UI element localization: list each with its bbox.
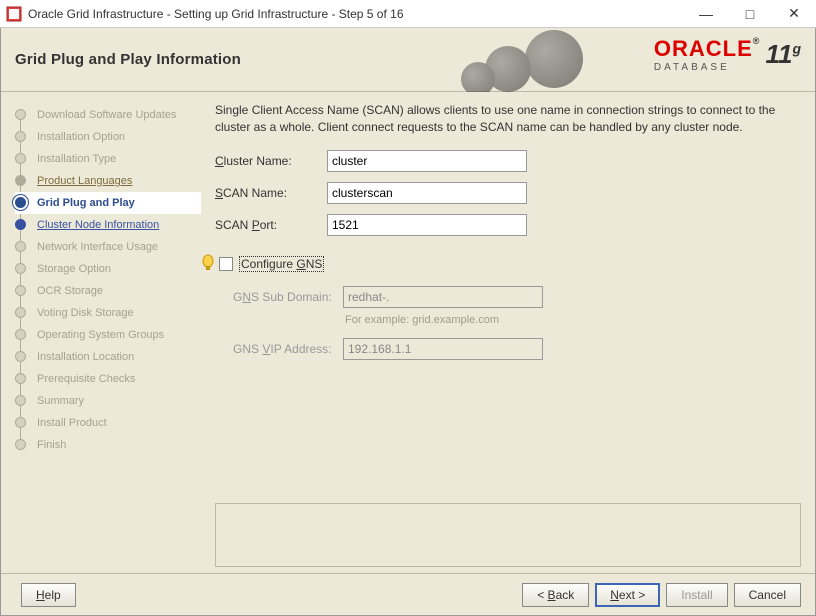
gns-vip-input [343, 338, 543, 360]
step-label: Network Interface Usage [37, 241, 158, 253]
step-label: Cluster Node Information [37, 219, 159, 231]
install-button: Install [666, 583, 727, 607]
step-label: OCR Storage [37, 285, 103, 297]
lightbulb-icon [201, 254, 215, 274]
step-dot-icon [15, 417, 26, 428]
titlebar: Oracle Grid Infrastructure - Setting up … [0, 0, 816, 28]
step-label: Prerequisite Checks [37, 373, 135, 385]
step-dot-icon [15, 263, 26, 274]
step-label: Installation Location [37, 351, 134, 363]
help-button[interactable]: Help [21, 583, 76, 607]
message-area [215, 503, 801, 567]
maximize-button[interactable]: □ [728, 0, 772, 28]
step-product-languages[interactable]: Product Languages [15, 170, 201, 192]
step-label: Voting Disk Storage [37, 307, 134, 319]
content-area: Single Client Access Name (SCAN) allows … [209, 92, 815, 573]
step-storage-option: Storage Option [15, 258, 201, 280]
step-dot-icon [15, 131, 26, 142]
step-label: Install Product [37, 417, 107, 429]
step-label: Summary [37, 395, 84, 407]
step-dot-icon [15, 307, 26, 318]
window-title: Oracle Grid Infrastructure - Setting up … [28, 7, 684, 21]
step-dot-icon [15, 373, 26, 384]
step-ocr-storage: OCR Storage [15, 280, 201, 302]
close-button[interactable]: ✕ [772, 0, 816, 28]
step-label: Download Software Updates [37, 109, 176, 121]
step-label: Finish [37, 439, 66, 451]
step-grid-plug-and-play: Grid Plug and Play [15, 192, 201, 214]
step-network-interface-usage: Network Interface Usage [15, 236, 201, 258]
scan-name-input[interactable] [327, 182, 527, 204]
cluster-name-input[interactable] [327, 150, 527, 172]
step-dot-icon [15, 329, 26, 340]
step-operating-system-groups: Operating System Groups [15, 324, 201, 346]
step-label: Grid Plug and Play [37, 197, 135, 209]
header: Grid Plug and Play Information ORACLE® D… [1, 28, 815, 92]
step-install-product: Install Product [15, 412, 201, 434]
step-dot-icon [15, 395, 26, 406]
description-text: Single Client Access Name (SCAN) allows … [215, 102, 801, 136]
step-dot-icon [15, 219, 26, 230]
step-installation-option: Installation Option [15, 126, 201, 148]
button-bar: Help < Back Next > Install Cancel [1, 573, 815, 615]
step-cluster-node-information[interactable]: Cluster Node Information [15, 214, 201, 236]
step-label: Storage Option [37, 263, 111, 275]
page-title: Grid Plug and Play Information [15, 51, 241, 68]
step-voting-disk-storage: Voting Disk Storage [15, 302, 201, 324]
app-icon [6, 6, 22, 22]
step-label: Installation Option [37, 131, 125, 143]
wizard-sidebar: Download Software Updates Installation Op… [1, 92, 209, 573]
configure-gns-label: Configure GNS [239, 257, 324, 271]
step-finish: Finish [15, 434, 201, 456]
step-dot-icon [15, 109, 26, 120]
step-installation-type: Installation Type [15, 148, 201, 170]
step-dot-icon [15, 351, 26, 362]
scan-port-label: SCAN Port: [215, 218, 327, 232]
cluster-name-label: Cluster Name: [215, 154, 327, 168]
next-button[interactable]: Next > [595, 583, 660, 607]
minimize-button[interactable]: — [684, 0, 728, 28]
step-summary: Summary [15, 390, 201, 412]
step-installation-location: Installation Location [15, 346, 201, 368]
configure-gns-checkbox[interactable] [219, 257, 233, 271]
gns-vip-label: GNS VIP Address: [233, 342, 343, 356]
back-button[interactable]: < Back [522, 583, 589, 607]
gns-sub-domain-input [343, 286, 543, 308]
gns-sub-domain-label: GNS Sub Domain: [233, 290, 343, 304]
step-prerequisite-checks: Prerequisite Checks [15, 368, 201, 390]
step-label: Installation Type [37, 153, 116, 165]
step-dot-icon [15, 439, 26, 450]
step-download-software-updates: Download Software Updates [15, 104, 201, 126]
step-dot-icon [15, 285, 26, 296]
step-dot-icon [15, 175, 26, 186]
step-label: Operating System Groups [37, 329, 164, 341]
brand-logo: ORACLE® DATABASE 11g [654, 36, 801, 73]
step-dot-icon [15, 241, 26, 252]
gear-decoration [455, 28, 615, 92]
cancel-button[interactable]: Cancel [734, 583, 801, 607]
step-dot-icon [15, 197, 26, 208]
step-dot-icon [15, 153, 26, 164]
scan-port-input[interactable] [327, 214, 527, 236]
step-label: Product Languages [37, 175, 132, 187]
gns-example-text: For example: grid.example.com [215, 314, 801, 326]
scan-name-label: SCAN Name: [215, 186, 327, 200]
